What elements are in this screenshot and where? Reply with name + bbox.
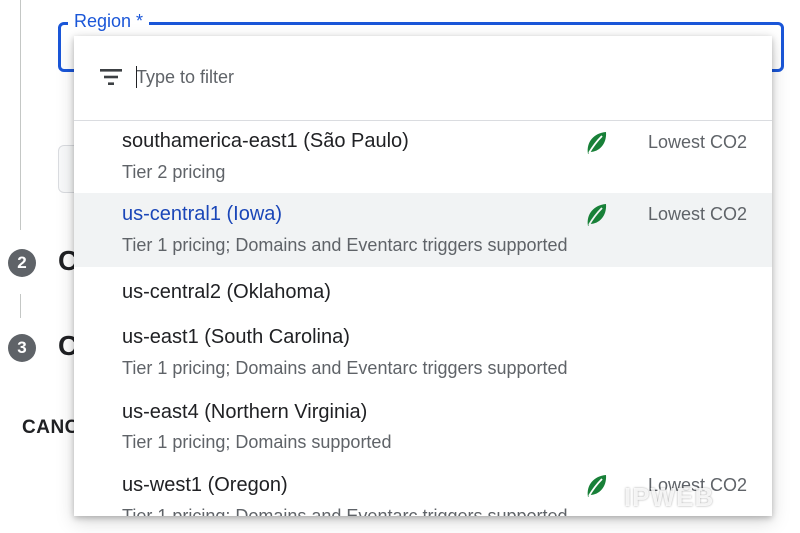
text-cursor bbox=[136, 66, 137, 88]
filter-row bbox=[74, 36, 772, 121]
step-number-badge: 2 bbox=[8, 249, 36, 277]
region-option-name: us-east4 (Northern Virginia) bbox=[122, 401, 368, 423]
region-option-subtitle: Tier 1 pricing; Domains and Eventarc tri… bbox=[122, 358, 568, 378]
lowest-co2-badge: Lowest CO2 bbox=[648, 204, 748, 224]
region-option-selected[interactable]: us-central1 (Iowa) Tier 1 pricing; Domai… bbox=[74, 193, 772, 267]
region-option-name: us-west1 (Oregon) bbox=[122, 474, 288, 496]
region-option[interactable]: us-central2 (Oklahoma) bbox=[74, 267, 772, 313]
stepper-line bbox=[20, 0, 21, 230]
region-option-name: us-east1 (South Carolina) bbox=[122, 326, 350, 348]
cancel-button[interactable]: CANC bbox=[22, 417, 79, 439]
region-option-subtitle: Tier 1 pricing; Domains supported bbox=[122, 432, 392, 452]
step-number-badge: 3 bbox=[8, 334, 36, 362]
region-option-name: us-central2 (Oklahoma) bbox=[122, 281, 331, 303]
region-option-name: southamerica-east1 (São Paulo) bbox=[122, 130, 409, 152]
region-option[interactable]: us-east1 (South Carolina) Tier 1 pricing… bbox=[74, 317, 772, 389]
region-label: Region * bbox=[68, 11, 150, 32]
region-option-subtitle: Tier 1 pricing; Domains and Eventarc tri… bbox=[122, 506, 568, 516]
region-option-name: us-central1 (Iowa) bbox=[122, 203, 283, 225]
region-dropdown-panel: southamerica-east1 (São Paulo) Tier 2 pr… bbox=[74, 36, 772, 516]
stepper-line bbox=[20, 294, 21, 318]
eco-leaf-icon bbox=[587, 204, 607, 226]
filter-list-icon bbox=[100, 69, 122, 85]
eco-leaf-icon bbox=[587, 475, 607, 497]
region-option[interactable]: us-east4 (Northern Virginia) Tier 1 pric… bbox=[74, 392, 772, 464]
eco-leaf-icon bbox=[587, 132, 607, 154]
lowest-co2-badge: Lowest CO2 bbox=[648, 132, 748, 152]
watermark-logo: IPWEB bbox=[624, 482, 715, 512]
region-option[interactable]: southamerica-east1 (São Paulo) Tier 2 pr… bbox=[74, 121, 772, 193]
region-option-subtitle: Tier 2 pricing bbox=[122, 162, 226, 182]
filter-input[interactable] bbox=[136, 62, 736, 92]
region-option-subtitle: Tier 1 pricing; Domains and Eventarc tri… bbox=[122, 235, 568, 255]
